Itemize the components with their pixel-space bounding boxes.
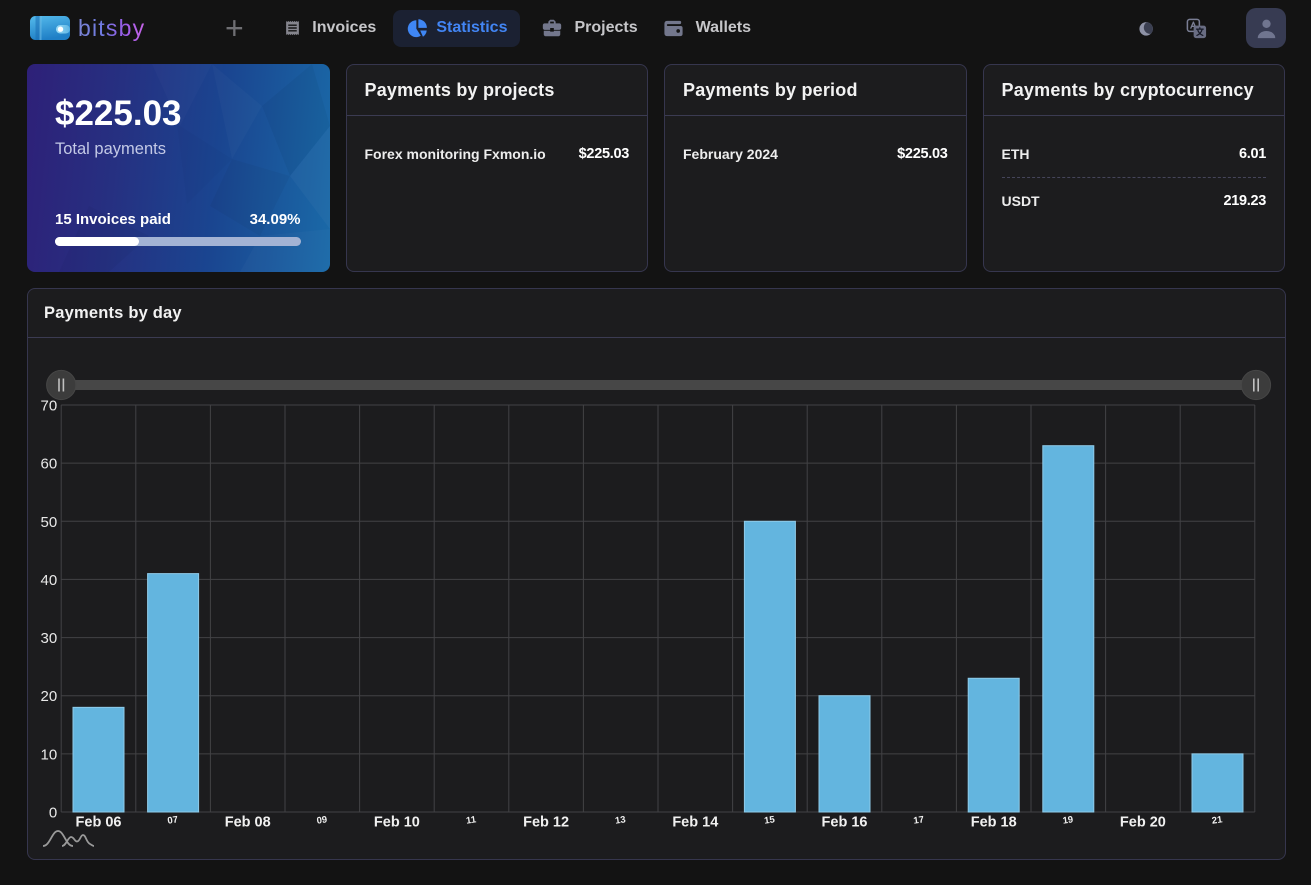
svg-text:30: 30 xyxy=(41,630,58,647)
svg-text:40: 40 xyxy=(41,572,58,589)
svg-text:07: 07 xyxy=(167,814,179,826)
svg-text:19: 19 xyxy=(1062,814,1074,826)
svg-text:20: 20 xyxy=(41,688,58,705)
svg-text:Feb 12: Feb 12 xyxy=(523,815,569,831)
svg-text:70: 70 xyxy=(41,398,58,415)
svg-text:15: 15 xyxy=(764,814,777,826)
svg-text:13: 13 xyxy=(614,814,626,826)
svg-text:60: 60 xyxy=(41,456,58,473)
svg-text:Feb 16: Feb 16 xyxy=(822,815,868,831)
svg-text:11: 11 xyxy=(465,814,477,826)
svg-text:21: 21 xyxy=(1211,814,1224,826)
svg-text:Feb 18: Feb 18 xyxy=(971,815,1017,831)
svg-text:50: 50 xyxy=(41,514,58,531)
svg-text:Feb 06: Feb 06 xyxy=(76,815,122,831)
svg-text:Feb 08: Feb 08 xyxy=(225,815,271,831)
svg-text:0: 0 xyxy=(49,805,57,822)
svg-text:Feb 10: Feb 10 xyxy=(374,815,420,831)
svg-text:Feb 20: Feb 20 xyxy=(1120,815,1166,831)
svg-text:17: 17 xyxy=(913,814,925,826)
svg-text:09: 09 xyxy=(316,814,328,826)
svg-text:Feb 14: Feb 14 xyxy=(672,815,718,831)
svg-text:10: 10 xyxy=(41,746,58,763)
